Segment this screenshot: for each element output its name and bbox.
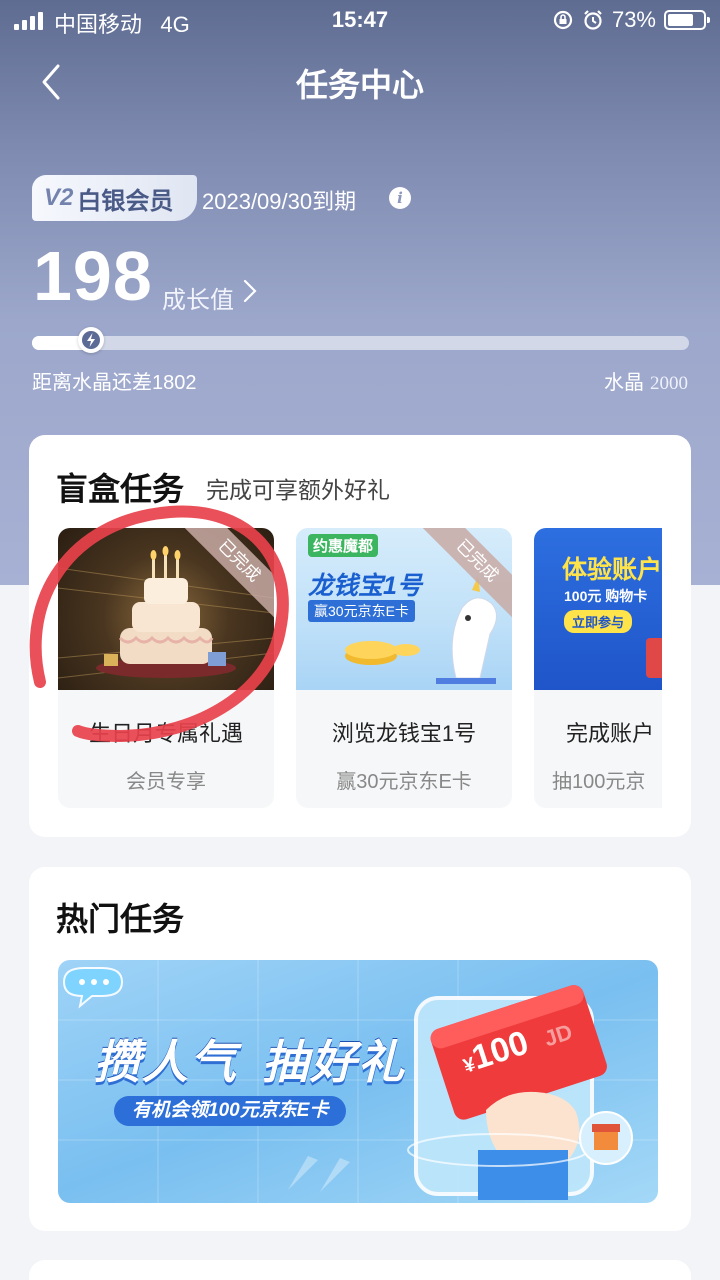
blind-box-task-list[interactable]: 已完成 生日月专属礼遇 会员专享 约惠魔都 龙钱宝1号 赢30元京东E卡 已完成 [58,528,662,808]
task-item-longqianbao[interactable]: 约惠魔都 龙钱宝1号 赢30元京东E卡 已完成 浏览龙钱宝1号 赢30元京东E卡 [296,528,512,808]
banner-tagline: 有机会领100元京东E卡 [114,1096,347,1126]
lightning-icon [82,331,100,349]
progress-remaining-text: 距离水晶还差1802 [32,372,197,394]
member-expire-date: 2023/09/30到期 [202,189,357,214]
growth-progress-bar [32,336,689,350]
progress-target: 水晶 2000 [604,366,688,395]
progress-knob [78,327,104,353]
chevron-right-icon[interactable] [240,278,260,304]
rotation-lock-icon [553,10,573,30]
task-item-birthday[interactable]: 已完成 生日月专属礼遇 会员专享 [58,528,274,808]
banner-join-button: 立即参与 [564,610,633,633]
task-item-account[interactable]: 体验账户 100元 购物卡 立即参与 完成账户 抽100元京 [534,528,662,808]
task-reward: 会员专享 [126,771,206,793]
member-level-badge[interactable]: V2 白银会员 [32,175,198,221]
task-reward: 抽100元京 [552,771,646,793]
task-name: 生日月专属礼遇 [88,721,243,746]
growth-label[interactable]: 成长值 [162,280,234,315]
banner-subtitle: 100元 [564,588,602,604]
battery-percent: 73% [611,7,656,32]
battery-icon [664,10,710,30]
member-level-name: 白银会员 [77,187,174,215]
hot-tasks-card: 热门任务 攒人气 抽好礼 有机会领100元京东E卡 ¥100 JD [29,867,691,1231]
next-card-partial [29,1260,691,1280]
blind-box-title: 盲盒任务 [56,471,185,507]
banner-headline-2: 抽好礼 [262,1036,406,1088]
banner-subtitle-2: 购物卡 [605,588,648,604]
growth-value[interactable]: 198 [33,236,153,316]
hot-tasks-title: 热门任务 [56,901,185,937]
progress-target-value: 2000 [650,373,688,394]
page-title: 任务中心 [295,67,424,103]
banner-title: 体验账户 [562,556,662,584]
status-bar: 中国移动 4G 15:47 73% [0,0,720,40]
blind-box-card: 盲盒任务 完成可享额外好礼 已完成 生日月专属礼遇 会员专享 约惠魔都 龙钱宝1… [29,435,691,837]
hot-task-banner[interactable]: 攒人气 抽好礼 有机会领100元京东E卡 ¥100 JD [58,960,658,1203]
progress-target-label: 水晶 [604,372,644,394]
info-icon[interactable]: i [389,187,411,209]
banner-headline-1: 攒人气 [94,1036,238,1088]
account-experience-banner: 体验账户 100元 购物卡 立即参与 [534,528,662,690]
task-reward: 赢30元京东E卡 [336,771,472,793]
level-badge-icon: V2 [44,184,74,211]
alarm-icon [584,10,602,30]
birthday-cake-image: 已完成 [58,528,274,690]
blind-box-subtitle: 完成可享额外好礼 [206,477,390,503]
longqianbao-banner: 约惠魔都 龙钱宝1号 赢30元京东E卡 已完成 [296,528,512,690]
task-name: 浏览龙钱宝1号 [331,721,477,746]
task-name: 完成账户 [566,721,655,746]
